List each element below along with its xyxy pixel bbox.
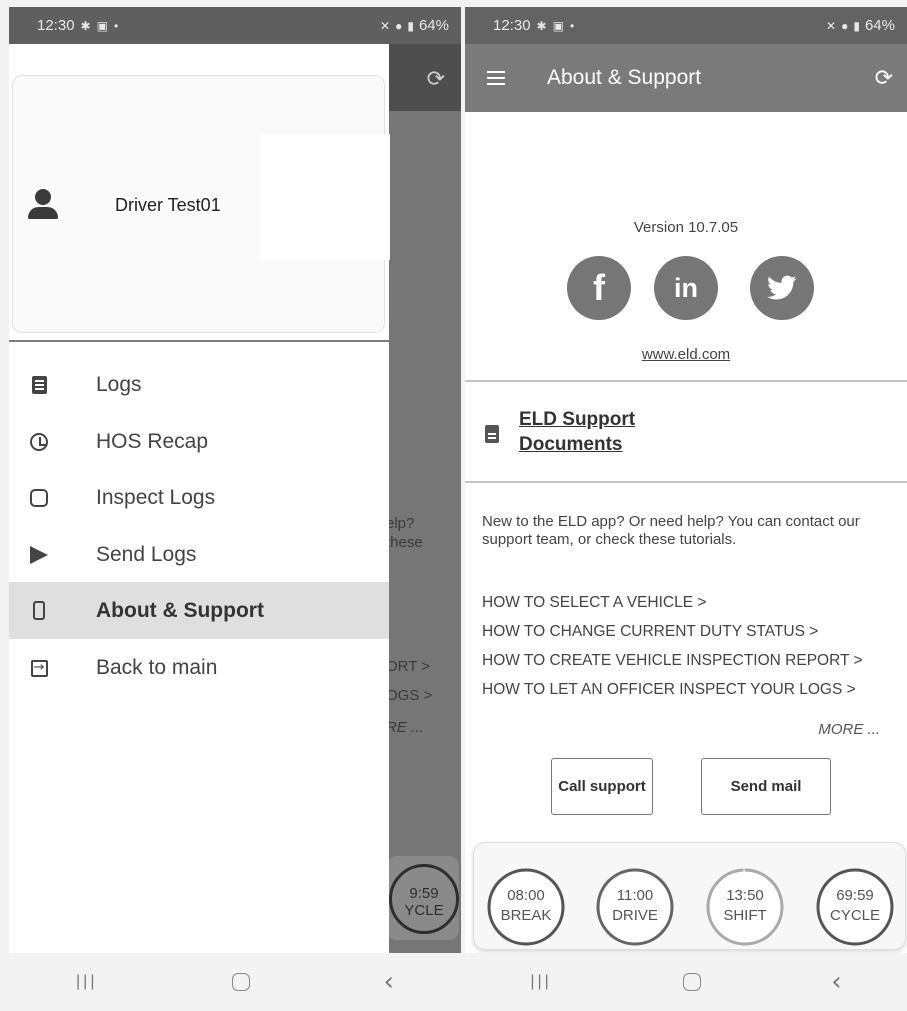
driver-name: Driver Test01 xyxy=(115,195,221,215)
menu-item-about-support[interactable]: About & Support xyxy=(9,582,389,639)
logs-icon xyxy=(29,375,49,395)
menu-item-back-to-main[interactable]: → Back to main xyxy=(9,642,389,694)
website-link[interactable]: www.eld.com xyxy=(465,346,907,363)
back-icon[interactable]: ‹ xyxy=(831,967,841,997)
dot-icon: • xyxy=(113,18,119,33)
tutorial-link[interactable]: HOW TO LET AN OFFICER INSPECT YOUR LOGS … xyxy=(482,681,856,699)
home-icon[interactable] xyxy=(231,973,250,991)
menu-item-send-logs[interactable]: Send Logs xyxy=(9,529,389,581)
linkedin-icon: in xyxy=(674,272,698,303)
system-nav-bar: ||| ‹ xyxy=(9,953,461,1011)
divider xyxy=(465,380,907,382)
underlying-text: elp? xyxy=(386,515,415,532)
home-icon[interactable] xyxy=(682,973,701,991)
underlying-gauge: 9:59 YCLE xyxy=(389,864,459,934)
mute-icon: ✕ xyxy=(380,18,391,33)
tutorial-link[interactable]: HOW TO CREATE VEHICLE INSPECTION REPORT … xyxy=(482,652,863,670)
mute-icon: ✕ xyxy=(826,18,837,33)
menu-icon[interactable] xyxy=(487,67,505,89)
signal-icon: ▮ xyxy=(407,18,414,33)
twitter-button[interactable] xyxy=(750,256,814,320)
more-link[interactable]: MORE ... xyxy=(818,721,880,738)
app-toolbar: About & Support ⟳ xyxy=(465,44,907,112)
page-title: About & Support xyxy=(547,66,702,89)
status-time: 12:30 xyxy=(493,17,531,34)
alarm-clock-icon xyxy=(29,432,49,452)
gauge-cycle[interactable]: 69:59 CYCLE xyxy=(815,867,895,947)
gauge-label: DRIVE xyxy=(612,907,658,924)
underlying-gauge-label: YCLE xyxy=(404,902,444,919)
gauge-time: 11:00 xyxy=(616,887,654,904)
underlying-text: RE ... xyxy=(386,719,424,736)
document-icon xyxy=(485,425,499,443)
gauge-label: CYCLE xyxy=(829,907,881,924)
underlying-text: ORT > xyxy=(386,658,431,675)
tutorial-link[interactable]: HOW TO CHANGE CURRENT DUTY STATUS > xyxy=(482,623,818,641)
sync-icon: ⟳ xyxy=(426,66,445,91)
menu-item-label: Inspect Logs xyxy=(96,486,216,509)
menu-item-label: Back to main xyxy=(96,656,218,679)
notification-icon: ▣ xyxy=(96,18,108,33)
navigation-drawer: Driver Test01 Logs HOS Recap Inspect Log… xyxy=(9,44,390,953)
gauge-time: 69:59 xyxy=(836,887,874,904)
recent-apps-icon[interactable]: ||| xyxy=(530,973,551,991)
battery-percent: 64% xyxy=(418,17,449,34)
underlying-gauge-time: 9:59 xyxy=(409,885,439,902)
menu-item-label: Send Logs xyxy=(96,543,197,566)
twitter-icon xyxy=(767,275,797,300)
location-icon: ● xyxy=(841,18,849,33)
facebook-button[interactable]: f xyxy=(567,256,631,320)
send-mail-button[interactable]: Send mail xyxy=(701,758,831,815)
sync-icon[interactable]: ⟳ xyxy=(875,66,893,91)
dot-icon: • xyxy=(569,18,575,33)
gauge-label: SHIFT xyxy=(723,907,767,924)
recent-apps-icon[interactable]: ||| xyxy=(76,973,97,991)
support-documents-link[interactable]: ELD Support Documents xyxy=(519,407,719,457)
signal-icon: ▮ xyxy=(853,18,860,33)
menu-item-label: HOS Recap xyxy=(96,430,209,453)
left-screen: 12:30 ✱ ▣ • ✕ ● ▮ 64% ⟳ elp? these ORT >… xyxy=(9,7,461,1011)
menu-item-inspect-logs[interactable]: Inspect Logs xyxy=(9,472,389,524)
gauge-time: 13:50 xyxy=(726,887,764,904)
divider xyxy=(465,481,907,483)
battery-percent: 64% xyxy=(864,17,895,34)
send-icon xyxy=(29,545,49,565)
notification-icon: ▣ xyxy=(552,18,564,33)
right-screen: 12:30 ✱ ▣ • ✕ ● ▮ 64% About & Support ⟳ … xyxy=(465,7,907,1011)
gauge-time: 08:00 xyxy=(507,887,545,904)
location-icon: ● xyxy=(395,18,403,33)
status-bar: 12:30 ✱ ▣ • ✕ ● ▮ 64% xyxy=(465,7,907,44)
divider xyxy=(9,340,389,342)
back-icon[interactable]: ‹ xyxy=(384,967,394,997)
system-nav-bar: ||| ‹ xyxy=(465,953,907,1011)
menu-item-hos-recap[interactable]: HOS Recap xyxy=(9,416,389,468)
underlying-text: these xyxy=(386,534,423,551)
help-text: New to the ELD app? Or need help? You ca… xyxy=(482,513,860,548)
gauge-shift[interactable]: 13:50 SHIFT xyxy=(705,867,785,947)
app-version: Version 10.7.05 xyxy=(633,219,739,236)
gauge-break[interactable]: 08:00 BREAK xyxy=(486,867,566,947)
status-bar: 12:30 ✱ ▣ • ✕ ● ▮ 64% xyxy=(9,7,461,44)
call-support-button[interactable]: Call support xyxy=(551,758,653,815)
bluetooth-icon: ✱ xyxy=(536,18,547,33)
status-time: 12:30 xyxy=(37,17,75,34)
underlying-text: OGS > xyxy=(386,687,433,704)
facebook-icon: f xyxy=(593,267,605,308)
menu-item-label: Logs xyxy=(96,373,142,396)
user-icon xyxy=(26,187,60,221)
phone-icon xyxy=(29,601,49,621)
gauge-label: BREAK xyxy=(500,907,552,924)
tutorial-link[interactable]: HOW TO SELECT A VEHICLE > xyxy=(482,594,706,612)
menu-item-label: About & Support xyxy=(96,598,264,622)
menu-item-logs[interactable]: Logs xyxy=(9,359,389,411)
bluetooth-icon: ✱ xyxy=(80,18,91,33)
gauge-drive[interactable]: 11:00 DRIVE xyxy=(595,867,675,947)
linkedin-button[interactable]: in xyxy=(654,256,718,320)
inspect-icon xyxy=(29,488,49,508)
exit-icon: → xyxy=(29,658,49,678)
